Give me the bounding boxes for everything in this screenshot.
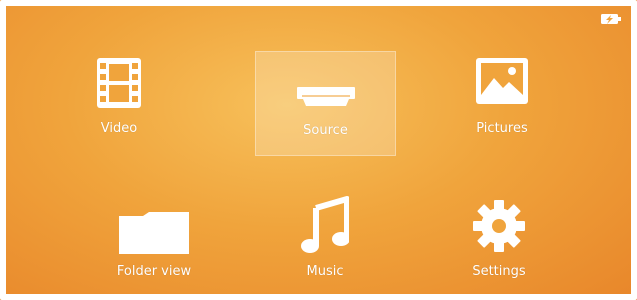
menu-item-music[interactable]: Music (253, 190, 397, 294)
menu-item-video[interactable]: Video (47, 48, 191, 152)
menu-item-label: Music (306, 264, 344, 279)
music-note-icon (301, 196, 349, 253)
folder-icon (119, 212, 189, 254)
film-icon (97, 58, 141, 108)
menu-item-label: Folder view (116, 264, 192, 279)
menu-item-label: Settings (472, 264, 526, 279)
battery-charging-icon (601, 14, 621, 24)
hdmi-icon (297, 87, 355, 106)
menu-item-settings[interactable]: Settings (427, 190, 571, 294)
picture-icon (476, 58, 528, 104)
menu-item-folder-view[interactable]: Folder view (82, 190, 226, 294)
menu-item-pictures[interactable]: Pictures (430, 48, 574, 152)
menu-item-label: Pictures (476, 121, 528, 136)
gear-icon (473, 200, 525, 252)
menu-item-source[interactable]: Source (255, 51, 396, 156)
menu-item-label: Source (303, 123, 348, 138)
menu-item-label: Video (100, 121, 138, 136)
